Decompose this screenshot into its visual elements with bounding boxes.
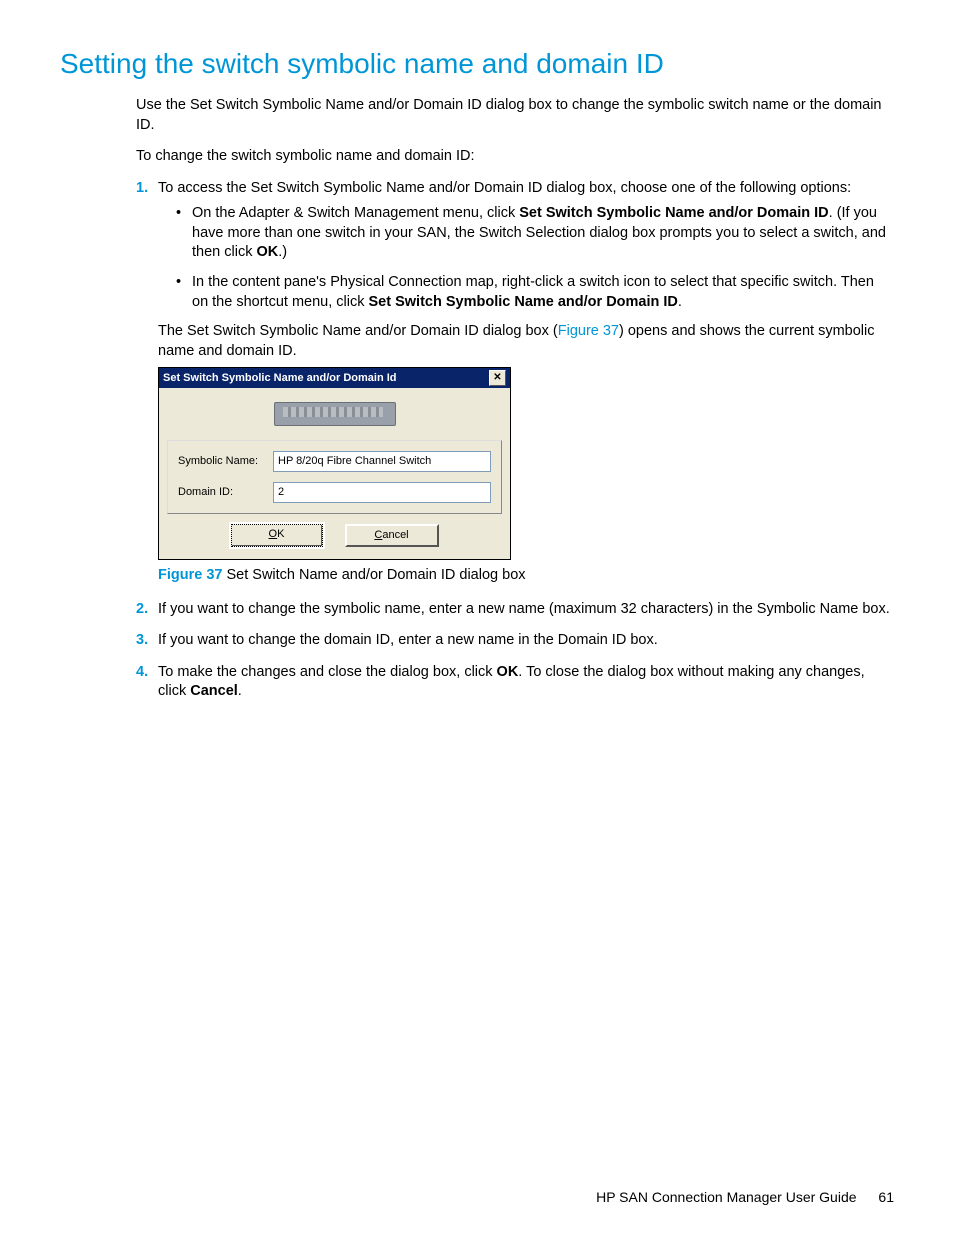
step-1-result: The Set Switch Symbolic Name and/or Doma… [158,322,894,361]
step-4: 4. To make the changes and close the dia… [136,663,894,702]
figure-caption-text: Set Switch Name and/or Domain ID dialog … [222,567,525,583]
bold-text: Set Switch Symbolic Name and/or Domain I… [369,294,678,310]
step-2-text: If you want to change the symbolic name,… [158,601,890,617]
step-1-bullet-2: In the content pane's Physical Connectio… [158,273,894,312]
bold-text: Cancel [190,683,238,699]
step-3: 3. If you want to change the domain ID, … [136,631,894,651]
step-number: 2. [136,600,148,620]
intro-paragraph: Use the Set Switch Symbolic Name and/or … [136,96,894,135]
mnemonic: O [269,528,278,540]
bold-text: Set Switch Symbolic Name and/or Domain I… [519,205,828,221]
step-number: 1. [136,179,148,199]
symbolic-name-field[interactable]: HP 8/20q Fibre Channel Switch [273,451,491,472]
step-1-bullet-1: On the Adapter & Switch Management menu,… [158,204,894,263]
figure-caption: Figure 37 Set Switch Name and/or Domain … [158,566,894,586]
page-heading: Setting the switch symbolic name and dom… [60,48,894,80]
cancel-button[interactable]: Cancel [345,524,439,547]
step-3-text: If you want to change the domain ID, ent… [158,632,658,648]
domain-id-field[interactable]: 2 [273,482,491,503]
bold-text: OK [497,664,519,680]
page-footer: HP SAN Connection Manager User Guide 61 [596,1189,894,1205]
text: The Set Switch Symbolic Name and/or Doma… [158,323,558,339]
dialog-set-switch-name: Set Switch Symbolic Name and/or Domain I… [158,367,511,560]
figure-link[interactable]: Figure 37 [558,323,619,339]
bold-text: OK [256,244,278,260]
text: K [277,528,284,540]
step-1-lead: To access the Set Switch Symbolic Name a… [158,180,851,196]
close-icon[interactable]: ✕ [489,370,506,386]
dialog-device-image [159,388,510,440]
step-2: 2. If you want to change the symbolic na… [136,600,894,620]
text: . [678,294,682,310]
text: On the Adapter & Switch Management menu,… [192,205,519,221]
figure-label: Figure 37 [158,567,222,583]
text: ancel [382,529,408,541]
intro-lead: To change the switch symbolic name and d… [136,147,894,167]
domain-id-label: Domain ID: [178,485,273,500]
dialog-title: Set Switch Symbolic Name and/or Domain I… [163,371,397,386]
step-1: 1. To access the Set Switch Symbolic Nam… [136,179,894,586]
dialog-form-panel: Symbolic Name: HP 8/20q Fibre Channel Sw… [167,440,502,514]
step-number: 4. [136,663,148,683]
text: To make the changes and close the dialog… [158,664,497,680]
page-number: 61 [878,1189,894,1205]
text: .) [278,244,287,260]
dialog-titlebar: Set Switch Symbolic Name and/or Domain I… [159,368,510,388]
footer-doc-title: HP SAN Connection Manager User Guide [596,1189,856,1205]
text: . [238,683,242,699]
step-number: 3. [136,631,148,651]
symbolic-name-label: Symbolic Name: [178,454,273,469]
ok-button[interactable]: OK [231,524,323,547]
switch-device-icon [274,402,396,426]
